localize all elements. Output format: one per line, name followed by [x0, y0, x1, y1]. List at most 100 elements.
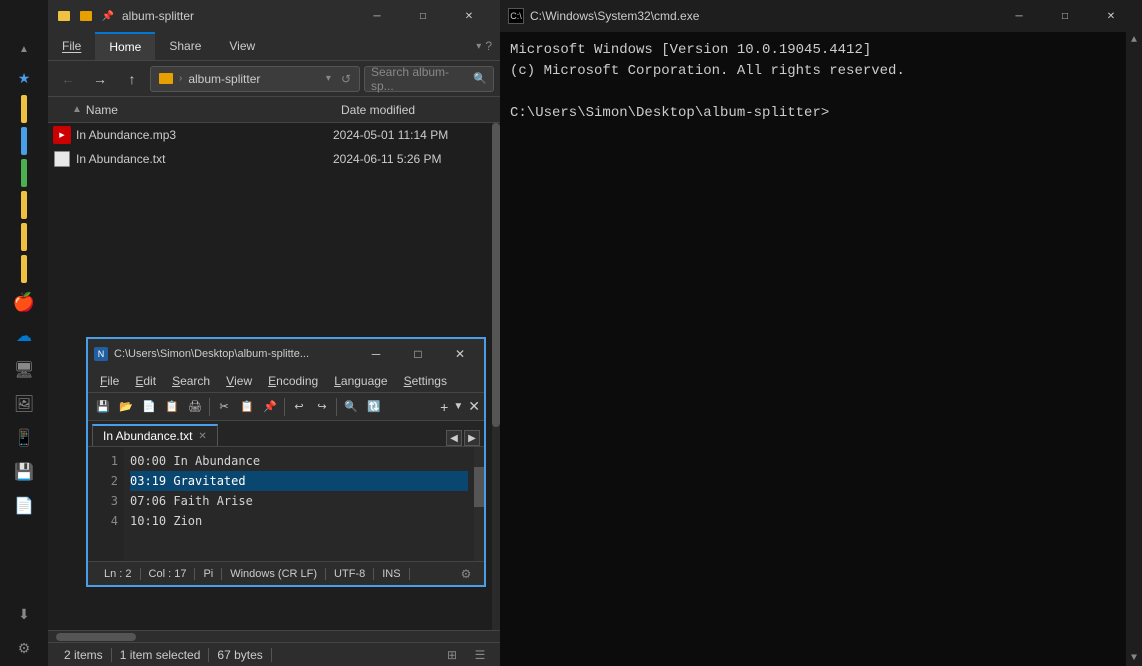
- sidebar-icon-item4: [21, 191, 27, 219]
- ribbon-tab-share[interactable]: Share: [155, 32, 215, 60]
- npp-status-mode: INS: [374, 568, 409, 580]
- explorer-title: album-splitter: [122, 9, 348, 23]
- status-grid-view-icon[interactable]: ⊞: [440, 644, 464, 666]
- npp-tb-saveas[interactable]: 📋: [161, 396, 183, 418]
- cmd-scroll-up-btn[interactable]: ▲: [1126, 32, 1142, 48]
- address-path[interactable]: › album-splitter ▾ ↺: [150, 66, 360, 92]
- status-list-view-icon[interactable]: ☰: [468, 644, 492, 666]
- npp-tb-undo[interactable]: ↩: [288, 396, 310, 418]
- status-view-icons: ⊞ ☰: [440, 644, 492, 666]
- npp-tb-print[interactable]: 🖨: [184, 396, 206, 418]
- npp-tb-copy[interactable]: 📋: [236, 396, 258, 418]
- npp-tb-replace[interactable]: 🔃: [363, 396, 385, 418]
- ribbon-tab-view[interactable]: View: [215, 32, 269, 60]
- npp-tb-redo[interactable]: ↪: [311, 396, 333, 418]
- npp-maximize-btn[interactable]: □: [400, 339, 436, 369]
- ribbon-tab-home[interactable]: Home: [95, 32, 155, 60]
- npp-menu-edit[interactable]: Edit: [127, 369, 164, 393]
- npp-menu-settings[interactable]: Settings: [396, 369, 455, 393]
- npp-toolbar-arrow[interactable]: ▼: [453, 401, 463, 412]
- npp-editor[interactable]: 1 2 3 4 00:00 In Abundance 03:19 Gravita…: [88, 447, 484, 561]
- npp-tab-close-btn[interactable]: ✕: [198, 431, 206, 442]
- explorer-close-btn[interactable]: ✕: [446, 0, 492, 32]
- npp-text-area[interactable]: 00:00 In Abundance 03:19 Gravitated 07:0…: [124, 447, 474, 561]
- npp-tb-paste[interactable]: 📌: [259, 396, 281, 418]
- npp-tb-find[interactable]: 🔍: [340, 396, 362, 418]
- npp-tab-nav-left[interactable]: ◀: [446, 430, 462, 446]
- npp-linenum-4: 4: [88, 511, 124, 531]
- back-btn[interactable]: ←: [54, 65, 82, 93]
- horizontal-scrollbar[interactable]: [48, 630, 500, 642]
- col-name-header[interactable]: Name: [86, 103, 341, 117]
- npp-tb-sep1: [209, 398, 210, 416]
- npp-minimize-btn[interactable]: ─: [358, 339, 394, 369]
- sidebar-icon-docs: 📄: [8, 490, 40, 522]
- sidebar-collapse-btn[interactable]: ▲: [6, 36, 42, 62]
- cmd-app-icon: C:\: [508, 8, 524, 24]
- file-item-txt[interactable]: In Abundance.txt 2024-06-11 5:26 PM: [48, 147, 500, 171]
- npp-menu-language[interactable]: Language: [326, 369, 395, 393]
- mp3-date: 2024-05-01 11:14 PM: [333, 128, 488, 142]
- npp-status-pi: Pi: [195, 568, 222, 580]
- npp-menubar: File Edit Search View Encoding Language …: [88, 369, 484, 393]
- sidebar-icon-settings[interactable]: ⚙: [6, 634, 42, 662]
- txt-icon: [52, 149, 72, 169]
- npp-tab-abundance[interactable]: In Abundance.txt ✕: [92, 424, 218, 446]
- file-item-mp3[interactable]: ▶ In Abundance.mp3 2024-05-01 11:14 PM: [48, 123, 500, 147]
- cmd-maximize-btn[interactable]: □: [1042, 0, 1088, 32]
- explorer-minimize-btn[interactable]: ─: [354, 0, 400, 32]
- cmd-close-btn[interactable]: ✕: [1088, 0, 1134, 32]
- npp-toolbar-plus[interactable]: +: [440, 399, 448, 415]
- search-box[interactable]: Search album-sp... 🔍: [364, 66, 494, 92]
- cmd-line-3: [510, 82, 1132, 103]
- npp-menu-encoding[interactable]: Encoding: [260, 369, 326, 393]
- npp-linenum-2: 2: [88, 471, 124, 491]
- npp-status-ln: Ln : 2: [96, 568, 141, 580]
- path-refresh-icon[interactable]: ↺: [341, 72, 351, 86]
- explorer-pin-icon: 📌: [100, 8, 116, 24]
- cmd-minimize-btn[interactable]: ─: [996, 0, 1042, 32]
- sidebar-icon-drive: 💾: [8, 456, 40, 488]
- npp-close-btn[interactable]: ✕: [442, 339, 478, 369]
- col-date-header[interactable]: Date modified: [341, 103, 496, 117]
- path-dropdown-arrow[interactable]: ▾: [326, 73, 331, 84]
- npp-menu-search[interactable]: Search: [164, 369, 218, 393]
- npp-scrollbar[interactable]: [474, 447, 484, 561]
- npp-status-gear-icon[interactable]: ⚙: [456, 564, 476, 584]
- npp-menu-file[interactable]: File: [92, 369, 127, 393]
- npp-menu-view[interactable]: View: [218, 369, 260, 393]
- sidebar-icon-item5: [21, 223, 27, 251]
- ribbon-tab-file[interactable]: File: [48, 32, 95, 60]
- mp3-filename: In Abundance.mp3: [76, 128, 333, 142]
- explorer-maximize-btn[interactable]: □: [400, 0, 446, 32]
- cmd-scroll-down-btn[interactable]: ▼: [1126, 650, 1142, 666]
- cmd-body[interactable]: Microsoft Windows [Version 10.0.19045.44…: [500, 32, 1142, 666]
- npp-line-3: 07:06 Faith Arise: [130, 491, 468, 511]
- address-bar: ← → ↑ › album-splitter ▾ ↺ Search album-…: [48, 61, 500, 97]
- npp-tb-new[interactable]: 📄: [138, 396, 160, 418]
- sidebar-icon-star[interactable]: ★: [6, 64, 42, 92]
- explorer-statusbar: 2 items 1 item selected 67 bytes ⊞ ☰: [48, 642, 500, 666]
- forward-btn[interactable]: →: [86, 65, 114, 93]
- npp-tab-nav: ◀ ▶: [446, 430, 480, 446]
- sidebar-icon-item3: [21, 159, 27, 187]
- ribbon-more-btn[interactable]: ▾ ?: [468, 39, 500, 53]
- npp-tb-cut[interactable]: ✂: [213, 396, 235, 418]
- column-headers: ▲ Name Date modified: [48, 97, 500, 123]
- npp-tb-open[interactable]: 📂: [115, 396, 137, 418]
- npp-toolbar-x[interactable]: ✕: [468, 398, 480, 415]
- cmd-scrollbar[interactable]: ▲ ▼: [1126, 32, 1142, 666]
- sidebar-icon-down[interactable]: ⬇: [6, 600, 42, 628]
- ribbon: File Home Share View ▾ ?: [48, 32, 500, 61]
- up-btn[interactable]: ↑: [118, 65, 146, 93]
- file-list-scrollbar[interactable]: [492, 123, 500, 630]
- status-selected: 1 item selected: [112, 648, 210, 662]
- npp-status-col: Col : 17: [141, 568, 196, 580]
- sidebar-icon-item2: [21, 127, 27, 155]
- npp-linenum-3: 3: [88, 491, 124, 511]
- notepad-window: N C:\Users\Simon\Desktop\album-splitte..…: [86, 337, 486, 587]
- npp-tb-save[interactable]: 💾: [92, 396, 114, 418]
- npp-tab-nav-right[interactable]: ▶: [464, 430, 480, 446]
- sidebar-icon-pc: 🖥: [8, 354, 40, 386]
- h-scroll-thumb: [56, 633, 136, 641]
